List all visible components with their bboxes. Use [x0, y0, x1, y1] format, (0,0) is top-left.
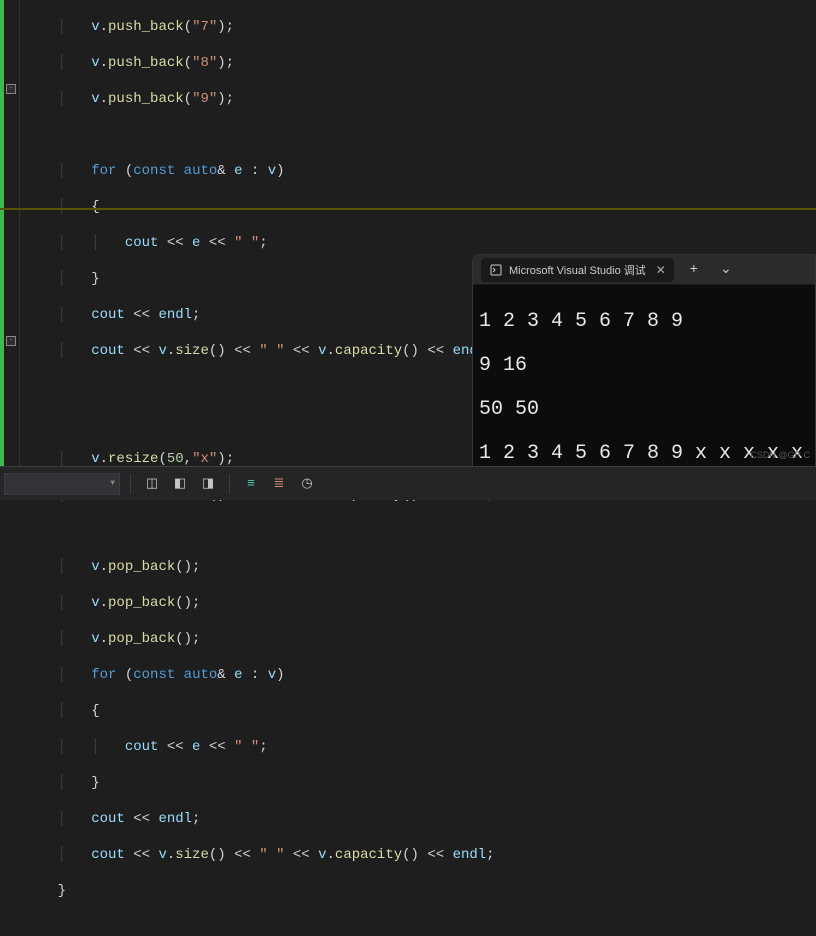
term-line: 1 2 3 4 5 6 7 8 9 [479, 311, 809, 333]
separator [130, 474, 131, 494]
fold-toggle[interactable]: - [6, 84, 16, 94]
new-tab-button[interactable]: + [682, 258, 706, 282]
status-combo[interactable]: ▼ [4, 473, 120, 495]
separator [229, 474, 230, 494]
tab-dropdown-button[interactable]: ⌄ [714, 258, 738, 282]
editor-gutter: - - [0, 0, 20, 466]
debug-console-window[interactable]: Microsoft Visual Studio 调试 ✕ + ⌄ 1 2 3 4… [472, 254, 816, 500]
highlight-line [0, 208, 816, 210]
terminal-tabbar: Microsoft Visual Studio 调试 ✕ + ⌄ [473, 255, 815, 285]
change-indicator [0, 0, 4, 466]
term-line: 9 16 [479, 355, 809, 377]
terminal-tab[interactable]: Microsoft Visual Studio 调试 ✕ [481, 258, 674, 282]
status-bar: ▼ ◫ ◧ ◨ ≡ ≣ ◷ [0, 466, 816, 500]
watermark: CSDN @GR C [750, 450, 810, 460]
status-icon-4[interactable]: ≡ [240, 473, 262, 495]
close-icon[interactable]: ✕ [656, 263, 666, 277]
term-line: 50 50 [479, 399, 809, 421]
history-icon[interactable]: ◷ [296, 473, 318, 495]
status-icon-2[interactable]: ◧ [169, 473, 191, 495]
status-icon-1[interactable]: ◫ [141, 473, 163, 495]
fold-toggle[interactable]: - [6, 336, 16, 346]
terminal-tab-title: Microsoft Visual Studio 调试 [509, 262, 646, 278]
status-icon-5[interactable]: ≣ [268, 473, 290, 495]
status-icon-3[interactable]: ◨ [197, 473, 219, 495]
chevron-down-icon: ▼ [110, 479, 115, 488]
terminal-icon [489, 263, 503, 277]
